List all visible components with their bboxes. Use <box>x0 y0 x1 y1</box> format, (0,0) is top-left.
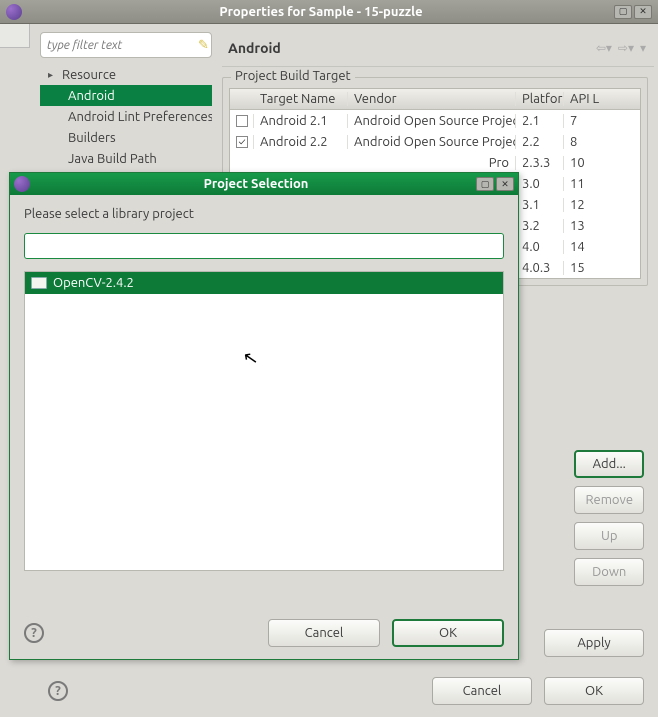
clear-filter-icon[interactable]: ✎ <box>198 38 209 52</box>
col-vendor[interactable]: Vendor <box>348 92 516 106</box>
col-api[interactable]: API L <box>564 92 600 106</box>
table-row[interactable]: Android 2.1 Android Open Source Project … <box>230 110 640 131</box>
properties-title: Properties for Sample - 15-puzzle <box>28 5 614 19</box>
tree-item-builders[interactable]: Builders <box>40 127 212 148</box>
property-tree: ▸Resource Android Android Lint Preferenc… <box>40 64 212 169</box>
table-row[interactable]: Android 2.2 Android Open Source Project … <box>230 131 640 152</box>
nav-back-icon[interactable]: ⇦▾ <box>596 41 612 55</box>
help-icon[interactable]: ? <box>48 681 68 701</box>
project-list[interactable]: OpenCV-2.4.2 <box>24 271 504 571</box>
project-selection-cancel-button[interactable]: Cancel <box>268 619 380 647</box>
help-icon[interactable]: ? <box>24 623 44 643</box>
tree-item-java-build-path[interactable]: Java Build Path <box>40 148 212 169</box>
chevron-right-icon: ▸ <box>48 69 58 81</box>
nav-menu-icon[interactable]: ▾ <box>640 41 646 55</box>
list-item[interactable]: OpenCV-2.4.2 <box>25 272 503 294</box>
project-selection-ok-button[interactable]: OK <box>392 619 504 647</box>
project-filter-input[interactable] <box>24 233 504 259</box>
project-selection-prompt: Please select a library project <box>24 207 504 221</box>
project-icon <box>31 277 47 289</box>
behind-window-fragment <box>0 24 30 48</box>
apply-button[interactable]: Apply <box>544 629 644 657</box>
page-title: Android <box>222 40 596 56</box>
project-selection-title: Project Selection <box>36 177 476 191</box>
nav-forward-icon[interactable]: ⇨▾ <box>618 41 634 55</box>
col-target-name[interactable]: Target Name <box>254 92 348 106</box>
filter-text-field[interactable]: ✎ <box>40 32 212 58</box>
tree-item-android[interactable]: Android <box>40 85 212 106</box>
tree-item-android-lint[interactable]: Android Lint Preferences <box>40 106 212 127</box>
down-button[interactable]: Down <box>574 558 644 586</box>
tree-item-resource[interactable]: ▸Resource <box>40 64 212 85</box>
properties-ok-button[interactable]: OK <box>544 677 644 705</box>
project-selection-titlebar[interactable]: Project Selection ▢ ✕ <box>10 173 518 195</box>
eclipse-icon <box>14 176 30 192</box>
window-close-icon[interactable]: ✕ <box>496 177 514 191</box>
list-item-label: OpenCV-2.4.2 <box>53 276 134 290</box>
remove-button[interactable]: Remove <box>574 486 644 514</box>
properties-cancel-button[interactable]: Cancel <box>432 677 532 705</box>
checkbox[interactable] <box>236 136 248 148</box>
table-header: Target Name Vendor Platfor API L <box>230 89 640 110</box>
window-maximize-icon[interactable]: ▢ <box>476 177 494 191</box>
up-button[interactable]: Up <box>574 522 644 550</box>
window-close-icon[interactable]: ✕ <box>634 5 652 19</box>
window-maximize-icon[interactable]: ▢ <box>614 5 632 19</box>
properties-titlebar[interactable]: Properties for Sample - 15-puzzle ▢ ✕ <box>0 0 658 24</box>
project-selection-dialog: Project Selection ▢ ✕ Please select a li… <box>9 172 519 660</box>
group-label: Project Build Target <box>231 69 355 83</box>
filter-input[interactable] <box>47 39 198 52</box>
checkbox[interactable] <box>236 115 248 127</box>
table-row[interactable]: Pro2.3.310 <box>230 152 640 173</box>
eclipse-icon <box>6 4 22 20</box>
add-button[interactable]: Add... <box>574 450 644 478</box>
col-platform[interactable]: Platfor <box>516 92 564 106</box>
